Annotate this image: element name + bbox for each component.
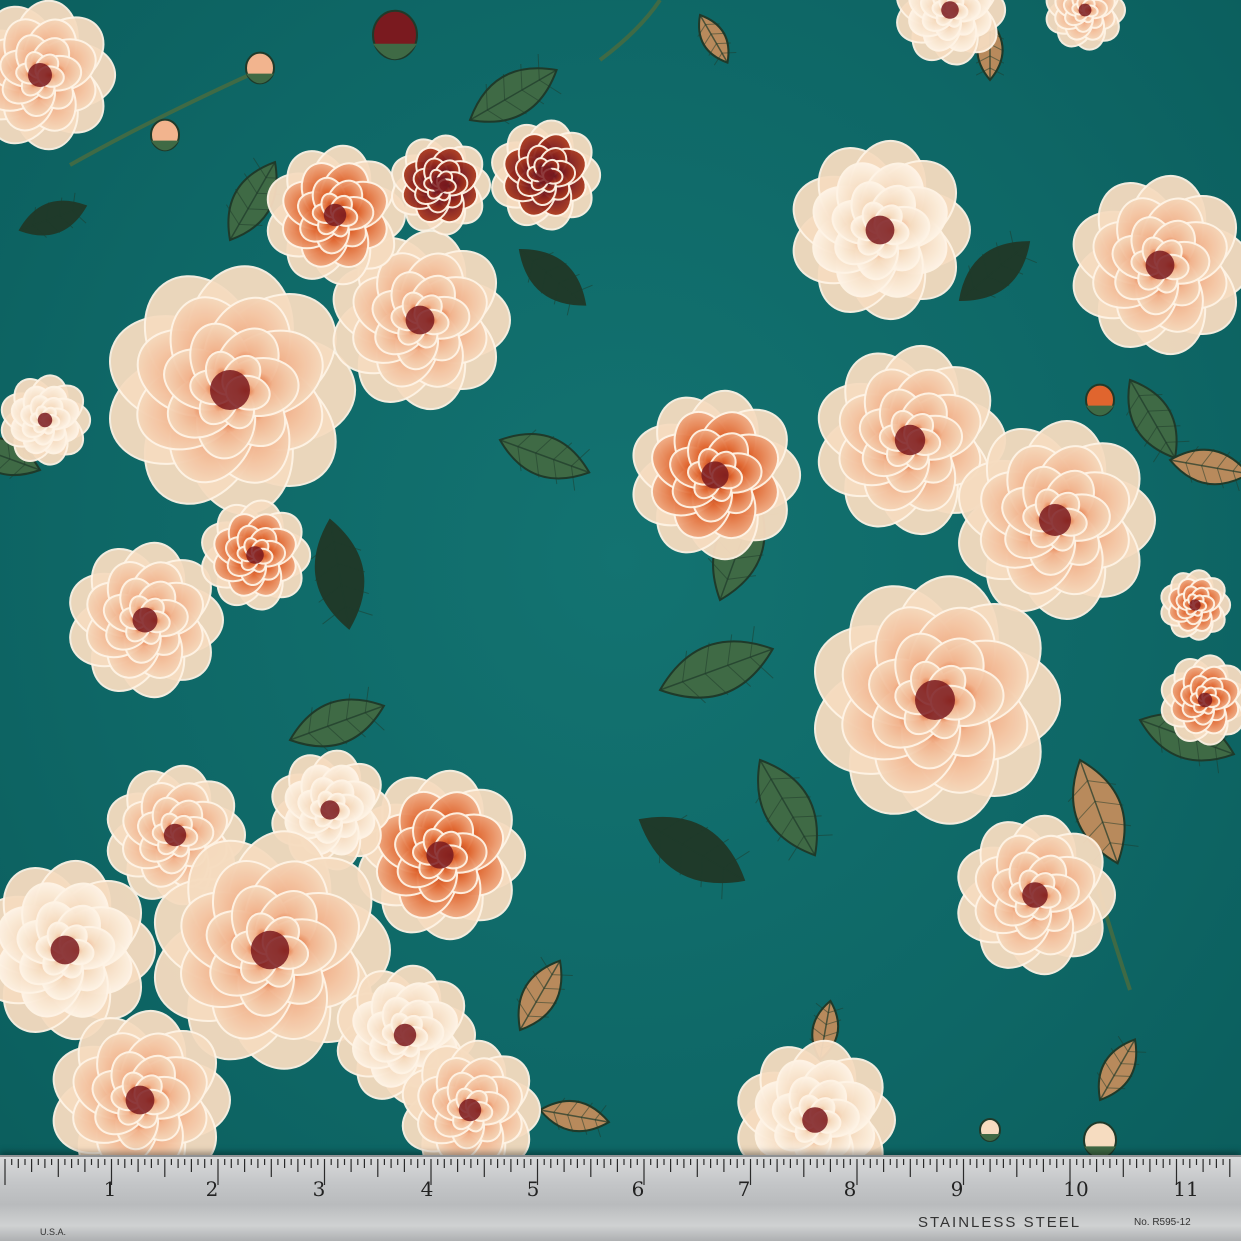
ruler-number-7: 7 bbox=[737, 1177, 751, 1201]
rose-flower bbox=[0, 0, 117, 151]
ruler-number-3: 3 bbox=[312, 1177, 326, 1201]
leaf bbox=[18, 192, 88, 238]
rose-bud bbox=[372, 9, 418, 61]
rose-flower bbox=[491, 119, 602, 231]
ruler-number-5: 5 bbox=[526, 1177, 540, 1201]
rose-flower bbox=[737, 1039, 896, 1160]
measuring-ruler: 1 2 3 4 5 6 7 8 9 10 11 STAINLESS STEEL … bbox=[0, 1155, 1241, 1241]
ruler-brand-text: STAINLESS STEEL bbox=[918, 1214, 1082, 1231]
ruler-number-11: 11 bbox=[1173, 1177, 1199, 1201]
ruler-model-text: No. R595-12 bbox=[1134, 1217, 1191, 1228]
rose-bud bbox=[1085, 383, 1115, 417]
leaf bbox=[538, 1097, 611, 1138]
rose-bud bbox=[1083, 1121, 1117, 1159]
leaf bbox=[498, 429, 591, 491]
leaf bbox=[1168, 445, 1241, 492]
rose-bud bbox=[979, 1118, 1001, 1142]
leaf bbox=[516, 956, 573, 1032]
rose-flower bbox=[109, 265, 357, 515]
leaf bbox=[1096, 1035, 1147, 1102]
leaf bbox=[518, 248, 593, 316]
ruler-number-1: 1 bbox=[103, 1177, 117, 1201]
rose-flower bbox=[1160, 569, 1232, 641]
rose-flower bbox=[69, 541, 224, 699]
rose-flower bbox=[632, 389, 802, 561]
ruler-number-10: 10 bbox=[1063, 1177, 1089, 1201]
ruler-number-8: 8 bbox=[843, 1177, 857, 1201]
leaf bbox=[310, 518, 373, 630]
floral-fabric bbox=[0, 0, 1241, 1160]
rose-bud bbox=[245, 51, 275, 85]
ruler-number-2: 2 bbox=[205, 1177, 219, 1201]
rose-flower bbox=[1072, 174, 1241, 356]
ruler-origin-text: U.S.A. bbox=[40, 1227, 67, 1237]
ruler-number-4: 4 bbox=[420, 1177, 434, 1201]
rose-flower bbox=[201, 499, 312, 611]
leaf bbox=[697, 13, 737, 66]
leaf bbox=[638, 814, 750, 900]
ruler-number-6: 6 bbox=[631, 1177, 645, 1201]
rose-flower bbox=[792, 139, 971, 321]
rose-flower bbox=[1045, 0, 1126, 51]
ruler-number-9: 9 bbox=[950, 1177, 964, 1201]
leaf bbox=[755, 758, 833, 861]
leaf bbox=[658, 626, 775, 704]
fabric-photo: 1 2 3 4 5 6 7 8 9 10 11 STAINLESS STEEL … bbox=[0, 0, 1241, 1241]
rose-bud bbox=[150, 118, 180, 152]
